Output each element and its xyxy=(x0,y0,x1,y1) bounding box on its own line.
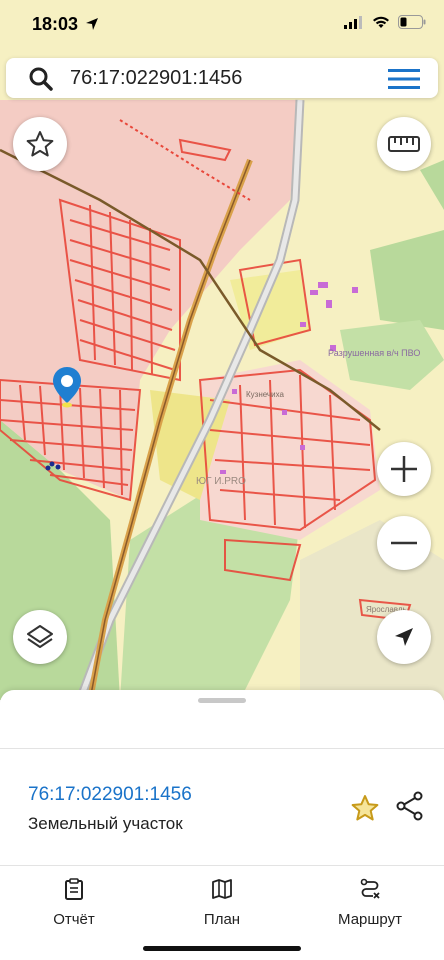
bottom-tab-bar: Отчёт План Маршрут xyxy=(0,870,444,960)
search-icon[interactable] xyxy=(28,66,54,92)
zoom-in-button[interactable] xyxy=(377,442,431,496)
parcel-info-sheet[interactable]: 76:17:022901:1456 Земельный участок xyxy=(0,690,444,870)
minus-icon xyxy=(391,541,417,545)
location-arrow-icon xyxy=(86,18,99,30)
plus-icon xyxy=(391,456,417,482)
tab-report[interactable]: Отчёт xyxy=(14,878,134,928)
zoom-out-button[interactable] xyxy=(377,516,431,570)
map-view[interactable]: Разрушенная в/ч ПВО Кузнечиха ЮГ И.PRO Я… xyxy=(0,0,444,700)
layers-icon xyxy=(27,625,53,648)
search-bar[interactable]: 76:17:022901:1456 xyxy=(6,58,438,98)
map-label-village: Кузнечиха xyxy=(246,390,284,399)
sheet-divider xyxy=(0,748,444,749)
tab-route[interactable]: Маршрут xyxy=(310,878,430,928)
parcel-type-label: Земельный участок xyxy=(28,814,183,833)
sheet-bottom-divider xyxy=(0,865,444,866)
add-favorite-star-icon[interactable] xyxy=(350,793,380,823)
star-outline-icon xyxy=(26,131,54,157)
map-icon xyxy=(212,879,232,899)
status-bar: 18:03 xyxy=(0,0,444,50)
map-label-unit: Разрушенная в/ч ПВО xyxy=(328,348,420,358)
my-location-button[interactable] xyxy=(377,610,431,664)
tab-report-label: Отчёт xyxy=(53,911,95,928)
battery-icon xyxy=(398,15,426,29)
sheet-drag-handle[interactable] xyxy=(198,698,246,703)
status-time: 18:03 xyxy=(32,14,99,35)
route-icon xyxy=(360,878,380,899)
report-clipboard-icon xyxy=(65,878,83,900)
location-pin-icon[interactable] xyxy=(53,367,81,409)
parcel-cadastral-number[interactable]: 76:17:022901:1456 xyxy=(28,784,192,806)
tab-route-label: Маршрут xyxy=(338,911,402,928)
search-input[interactable]: 76:17:022901:1456 xyxy=(70,67,242,90)
status-indicators xyxy=(344,15,426,29)
home-indicator[interactable] xyxy=(143,946,301,951)
favorites-button[interactable] xyxy=(13,117,67,171)
ruler-icon xyxy=(388,136,420,152)
layers-button[interactable] xyxy=(13,610,67,664)
hamburger-menu-icon[interactable] xyxy=(388,68,420,90)
cellular-signal-icon xyxy=(344,15,362,29)
tab-plan[interactable]: План xyxy=(162,878,282,928)
wifi-icon xyxy=(373,16,389,28)
ruler-button[interactable] xyxy=(377,117,431,171)
share-icon[interactable] xyxy=(396,791,424,821)
tab-plan-label: План xyxy=(203,911,241,928)
navigation-arrow-icon xyxy=(395,628,413,646)
map-label-watermark: ЮГ И.PRO xyxy=(196,476,246,487)
